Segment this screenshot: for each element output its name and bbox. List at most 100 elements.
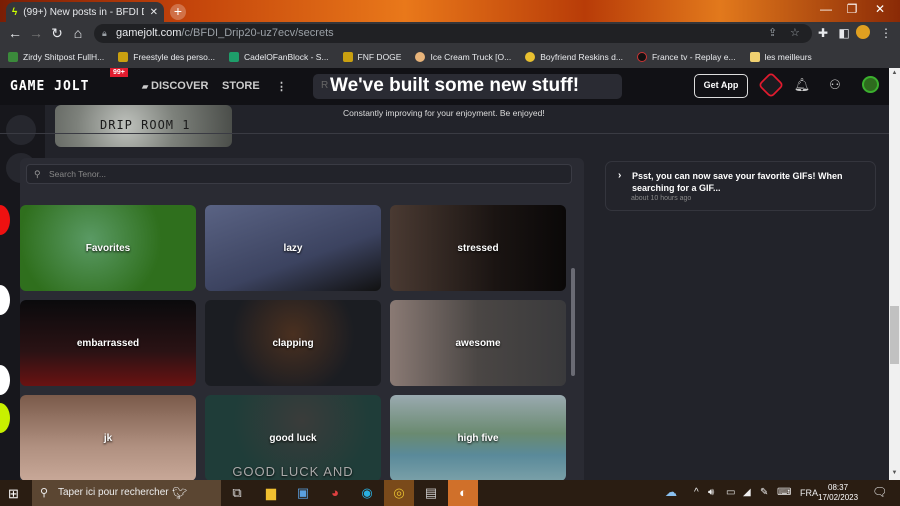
maximize-button[interactable]: ❐ <box>842 2 862 16</box>
reload-icon[interactable]: ↻ <box>48 25 66 42</box>
gif-category-lazy[interactable]: lazy <box>205 205 381 291</box>
gif-search-placeholder: Search Tenor... <box>49 169 107 179</box>
bookmark-favicon-icon <box>8 51 18 62</box>
new-tab-button[interactable]: + <box>170 4 186 20</box>
nav-discover[interactable]: DISCOVER <box>151 80 208 92</box>
more-menu-icon[interactable]: ⋮ <box>276 80 287 93</box>
page-scrollbar[interactable]: ▲ ▼ <box>889 68 900 480</box>
gif-search-input[interactable]: ⚲ Search Tenor... <box>26 164 572 184</box>
address-bar[interactable]: 🔒︎ gamejolt.com/c/BFDI_Drip20-uz7ecv/sec… <box>94 24 812 43</box>
chevron-right-icon: › <box>618 170 622 181</box>
tip-text: Psst, you can now save your favorite GIF… <box>632 171 843 193</box>
wifi-icon[interactable]: ◢ <box>743 487 751 498</box>
bookmark-folder[interactable]: les meilleurs <box>749 51 812 62</box>
taskbar-search[interactable]: ⚲ Taper ici pour rechercher 🐦︎ <box>32 480 221 506</box>
nav-store[interactable]: STORE <box>222 80 260 92</box>
url-domain: gamejolt.com <box>116 27 182 39</box>
bookmark-item[interactable]: FNF DOGE <box>342 51 401 62</box>
notifications-icon[interactable]: 🗨︎ <box>872 485 887 499</box>
bookmark-item[interactable]: Ice Cream Truck [O... <box>415 51 511 62</box>
bookmark-item[interactable]: France tv - Replay e... <box>636 51 736 62</box>
gif-picker: ⚲ Search Tenor... Favorites lazy stresse… <box>20 158 584 480</box>
community-avatar[interactable] <box>0 285 10 315</box>
gif-category-awesome[interactable]: awesome <box>390 300 566 386</box>
community-avatar[interactable] <box>0 205 10 235</box>
scrollbar-thumb[interactable] <box>890 306 899 364</box>
bookmark-favicon-icon <box>342 51 353 62</box>
get-app-button[interactable]: Get App <box>694 74 748 98</box>
chrome-icon[interactable]: ◎ <box>384 480 414 506</box>
share-icon[interactable]: ⇪ <box>768 24 777 43</box>
windows-start-icon[interactable]: ⊞ <box>8 486 19 502</box>
gamejolt-logo[interactable]: GAME JOLT <box>10 79 89 94</box>
divider <box>0 133 889 134</box>
weather-icon[interactable]: ☁ <box>665 485 677 499</box>
close-window-button[interactable]: ✕ <box>870 2 890 16</box>
search-placeholder: R <box>321 80 329 91</box>
taskbar-clock[interactable]: 08:37 17/02/2023 <box>818 483 858 503</box>
language-indicator[interactable]: FRA <box>800 488 818 498</box>
gif-scrollbar[interactable] <box>571 268 575 376</box>
scroll-up-icon[interactable]: ▲ <box>889 70 900 76</box>
folder-icon <box>749 51 760 62</box>
bookmark-item[interactable]: Zirdy Shitpost FullH... <box>8 51 104 62</box>
bookmarks-bar: Zirdy Shitpost FullH... Freestyle des pe… <box>0 45 900 68</box>
gif-category-jk[interactable]: jk <box>20 395 196 480</box>
announcement-subtitle: Constantly improving for your enjoyment.… <box>343 108 545 118</box>
bookmark-favicon-icon <box>525 51 536 62</box>
profile-avatar[interactable] <box>856 25 870 39</box>
game-app-icon[interactable]: ◐ <box>448 480 478 506</box>
gif-category-embarrassed[interactable]: embarrassed <box>20 300 196 386</box>
chat-icon[interactable] <box>6 115 36 145</box>
side-panel-icon[interactable]: ◧ <box>836 26 852 40</box>
bookmark-item[interactable]: Boyfriend Reskins d... <box>525 51 623 62</box>
home-icon[interactable]: ⌂ <box>69 25 87 41</box>
user-avatar[interactable] <box>862 76 879 93</box>
announcement-title: We've built some new stuff! <box>330 75 580 96</box>
bookmark-star-icon[interactable]: ☆ <box>790 24 800 43</box>
app-icon[interactable]: ▣ <box>288 480 318 506</box>
bookmark-item[interactable]: CadelOFanBlock - S... <box>228 51 329 62</box>
tip-card[interactable]: › Psst, you can now save your favorite G… <box>605 161 876 211</box>
pen-icon[interactable]: ✎ <box>760 487 768 498</box>
bookmark-favicon-icon <box>118 51 129 62</box>
show-hidden-icons[interactable]: ^ <box>694 487 699 498</box>
gif-category-clapping[interactable]: clapping <box>205 300 381 386</box>
search-icon: ⚲ <box>34 169 41 179</box>
file-explorer-icon[interactable]: ▆ <box>256 480 286 506</box>
gif-category-high-five[interactable]: high five <box>390 395 566 480</box>
community-avatar[interactable] <box>0 365 10 395</box>
taskbar-search-placeholder: Taper ici pour rechercher <box>58 487 169 498</box>
keyboard-icon[interactable]: ⌨ <box>777 487 791 498</box>
task-view-icon[interactable]: ⧉ <box>222 480 252 506</box>
forward-icon[interactable]: → <box>27 25 45 41</box>
back-icon[interactable]: ← <box>6 25 24 41</box>
gif-category-good-luck[interactable]: good luck GOOD LUCK AND <box>205 395 381 480</box>
clock-time: 08:37 <box>828 483 849 492</box>
menu-icon[interactable]: ⋮ <box>878 26 894 40</box>
volume-icon[interactable]: 🔊︎ <box>708 487 714 498</box>
app-icon[interactable]: ◕ <box>320 480 350 506</box>
battery-icon[interactable]: ▭ <box>726 487 735 498</box>
scroll-down-icon[interactable]: ▼ <box>889 470 900 476</box>
gif-category-favorites[interactable]: Favorites <box>20 205 196 291</box>
friends-icon[interactable]: ⚇ <box>825 77 845 93</box>
channel-banner-title: DRIP ROOM 1 <box>100 118 191 132</box>
gif-category-stressed[interactable]: stressed <box>390 205 566 291</box>
browser-title-bar: ϟ (99+) New posts in - BFDI Drip C ✕ + —… <box>0 0 900 22</box>
tab-title: (99+) New posts in - BFDI Drip C <box>23 6 143 18</box>
quest-icon[interactable] <box>757 71 785 99</box>
close-tab-icon[interactable]: ✕ <box>150 7 158 18</box>
browser-tab[interactable]: ϟ (99+) New posts in - BFDI Drip C ✕ <box>6 2 164 22</box>
browser-toolbar: ← → ↻ ⌂ 🔒︎ gamejolt.com/c/BFDI_Drip20-uz… <box>0 22 900 45</box>
discover-icon: ▰ <box>142 82 149 91</box>
minimize-button[interactable]: — <box>816 2 836 16</box>
notifications-bell-icon[interactable]: 🔔︎ <box>792 77 812 93</box>
edge-icon[interactable]: ◉ <box>352 480 382 506</box>
tip-timestamp: about 10 hours ago <box>631 195 692 202</box>
web-page: DRIP ROOM 1 GAME JOLT 99+ ▰ DISCOVER STO… <box>0 68 889 480</box>
extensions-icon[interactable]: ✚ <box>815 26 831 40</box>
app-icon[interactable]: ▤ <box>416 480 446 506</box>
bookmark-item[interactable]: Freestyle des perso... <box>118 51 215 62</box>
community-avatar[interactable] <box>0 403 10 433</box>
